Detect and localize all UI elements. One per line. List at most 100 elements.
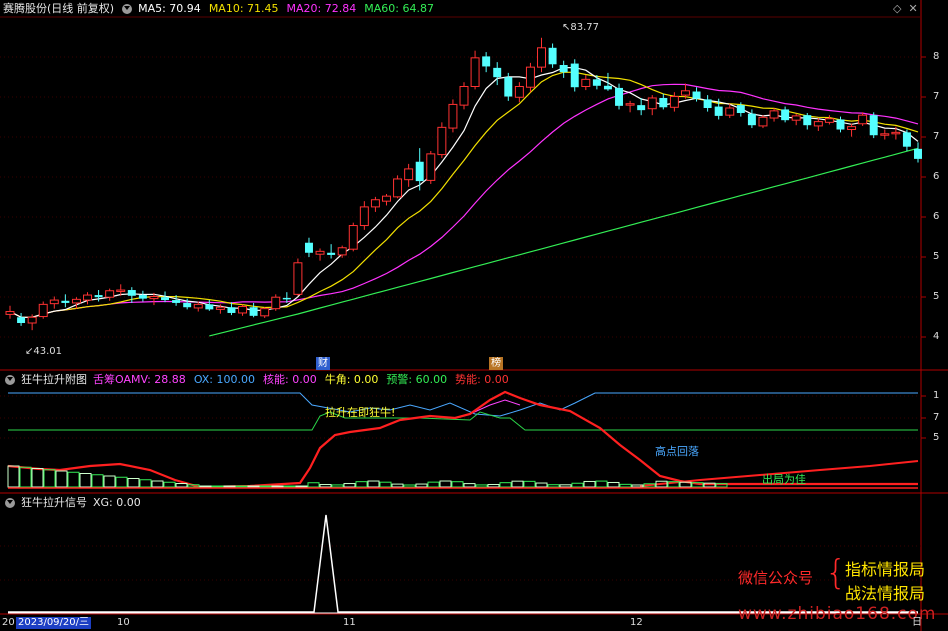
- signal-series[interactable]: [8, 514, 918, 614]
- candle-31[interactable]: [348, 222, 358, 252]
- indicator-title[interactable]: 狂牛拉升附图: [21, 372, 87, 388]
- candle-34[interactable]: [382, 194, 391, 206]
- candle-body-16: [183, 302, 192, 308]
- candle-49[interactable]: [548, 43, 557, 68]
- diamond-icon[interactable]: ◇: [893, 2, 901, 15]
- candle-72[interactable]: [803, 113, 812, 130]
- energy-bar-5: [67, 471, 80, 488]
- candle-52[interactable]: [581, 75, 591, 91]
- price-tick-0: 8: [933, 51, 940, 62]
- candle-21[interactable]: [238, 304, 248, 316]
- candle-35[interactable]: [393, 175, 403, 199]
- indicator-dropdown-icon[interactable]: [5, 375, 15, 385]
- finance-event-marker[interactable]: 财: [316, 357, 330, 370]
- candle-41[interactable]: [459, 82, 469, 110]
- candle-27[interactable]: [304, 237, 313, 258]
- candle-body-41: [459, 86, 469, 106]
- candle-26[interactable]: [293, 258, 303, 296]
- candle-6[interactable]: [71, 297, 81, 309]
- candle-57[interactable]: [637, 97, 646, 116]
- candle-50[interactable]: [559, 60, 568, 78]
- candle-18[interactable]: [205, 300, 214, 311]
- candle-5[interactable]: [61, 294, 70, 308]
- high-price-label: ↖83.77: [562, 22, 600, 33]
- candle-47[interactable]: [525, 62, 535, 93]
- candle-71[interactable]: [791, 113, 801, 126]
- candle-body-34: [382, 195, 391, 202]
- candle-24[interactable]: [271, 294, 281, 311]
- candle-63[interactable]: [703, 95, 712, 112]
- candle-body-26: [293, 262, 303, 295]
- ma60-line: [209, 147, 919, 337]
- candle-58[interactable]: [647, 95, 657, 116]
- chart-canvas[interactable]: [0, 0, 948, 631]
- candle-46[interactable]: [514, 82, 524, 103]
- candle-48[interactable]: [537, 37, 546, 73]
- candle-body-39: [437, 126, 447, 156]
- candle-73[interactable]: [813, 118, 823, 131]
- energy-bar-27: [331, 484, 344, 488]
- selected-date[interactable]: 2023/09/20/三: [16, 617, 92, 629]
- candle-77[interactable]: [858, 112, 868, 126]
- energy-bar-36: [439, 480, 452, 488]
- energy-bar-6: [79, 473, 92, 488]
- indicator-tick-0: 1: [933, 390, 940, 401]
- candle-body-60: [669, 96, 679, 108]
- candle-69[interactable]: [769, 108, 779, 122]
- energy-bar-7: [91, 474, 104, 488]
- signal-title[interactable]: 狂牛拉升信号: [21, 495, 87, 511]
- energy-bar-39: [475, 484, 488, 488]
- corner-controls: ◇ ✕: [893, 2, 918, 15]
- candle-33[interactable]: [370, 196, 380, 212]
- candle-43[interactable]: [482, 52, 491, 73]
- candle-42[interactable]: [470, 50, 480, 90]
- candle-body-12: [138, 295, 147, 299]
- candle-23[interactable]: [260, 307, 270, 318]
- energy-bar-17: [211, 485, 224, 488]
- close-icon[interactable]: ✕: [908, 2, 917, 15]
- candle-body-23: [260, 308, 270, 317]
- candle-81[interactable]: [902, 129, 911, 152]
- candle-78[interactable]: [869, 112, 878, 139]
- candle-37[interactable]: [415, 148, 424, 191]
- stock-title[interactable]: 赛腾股份(日线 前复权): [3, 1, 114, 17]
- candle-79[interactable]: [880, 129, 890, 140]
- candle-38[interactable]: [426, 151, 436, 184]
- candle-7[interactable]: [83, 292, 92, 305]
- candle-4[interactable]: [49, 296, 59, 309]
- candle-body-51: [570, 63, 579, 88]
- candle-22[interactable]: [249, 302, 258, 318]
- candle-body-57: [637, 105, 646, 111]
- candle-39[interactable]: [437, 122, 447, 159]
- candle-56[interactable]: [625, 100, 635, 113]
- energy-bar-33: [403, 484, 416, 488]
- candle-36[interactable]: [404, 163, 414, 187]
- candle-70[interactable]: [781, 106, 790, 123]
- candle-28[interactable]: [315, 248, 325, 261]
- candle-40[interactable]: [448, 99, 458, 133]
- candle-0[interactable]: [5, 305, 15, 319]
- candle-body-0: [5, 311, 15, 315]
- candle-32[interactable]: [359, 201, 369, 230]
- candle-9[interactable]: [105, 288, 115, 301]
- candle-51[interactable]: [570, 59, 579, 92]
- candle-68[interactable]: [758, 115, 768, 129]
- candle-body-11: [127, 290, 136, 296]
- energy-bar-50: [607, 481, 620, 488]
- energy-bar-49: [595, 480, 608, 488]
- candle-body-55: [615, 87, 624, 106]
- candle-3[interactable]: [38, 301, 48, 319]
- energy-bar-38: [463, 483, 476, 488]
- signal-panel-header: 狂牛拉升信号 XG: 0.00: [3, 495, 147, 511]
- candle-1[interactable]: [17, 312, 26, 326]
- candle-29[interactable]: [327, 244, 336, 259]
- indicator-legend-item-1: OX: 100.00: [193, 373, 255, 386]
- ranking-event-marker[interactable]: 榜: [489, 357, 503, 370]
- candle-59[interactable]: [659, 93, 668, 110]
- signal-dropdown-icon[interactable]: [5, 498, 15, 508]
- candle-74[interactable]: [824, 115, 834, 125]
- candle-body-70: [781, 109, 790, 121]
- settings-dropdown-icon[interactable]: [122, 4, 133, 14]
- candle-12[interactable]: [138, 290, 147, 302]
- candle-76[interactable]: [847, 123, 857, 137]
